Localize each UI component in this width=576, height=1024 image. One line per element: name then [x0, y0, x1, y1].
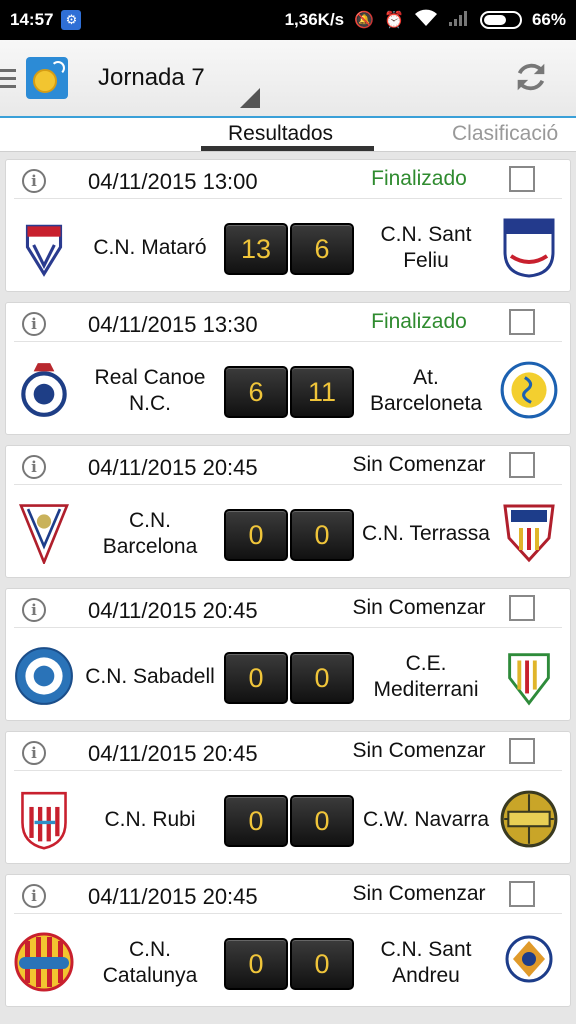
status-bar: 14:57 ⚙ 1,36K/s 🔕 ⏰ 66% — [0, 0, 576, 40]
match-card[interactable]: i 04/11/2015 13:00 Finalizado C.N. Matar… — [5, 159, 571, 292]
match-datetime: 04/11/2015 20:45 — [88, 598, 258, 623]
home-team: C.N. Rubi — [104, 808, 196, 831]
cn-barcelona-crest-icon — [18, 504, 70, 564]
tab-divider — [0, 151, 576, 152]
away-team: At. Barceloneta — [369, 366, 483, 415]
match-status: Finalizado — [371, 310, 467, 333]
tab-resultados[interactable]: Resultados — [228, 122, 333, 146]
menu-icon[interactable] — [0, 68, 18, 88]
away-team: C.W. Navarra — [362, 808, 490, 831]
info-icon[interactable]: i — [22, 169, 46, 193]
ce-mediterrani-crest-icon — [508, 653, 550, 706]
card-separator — [14, 198, 562, 199]
card-separator — [14, 484, 562, 485]
info-icon[interactable]: i — [22, 455, 46, 479]
cn-sant-feliu-crest-icon — [503, 218, 555, 278]
away-score: 0 — [290, 509, 354, 561]
home-score: 13 — [224, 223, 288, 275]
status-right: 1,36K/s 🔕 ⏰ 66% — [285, 9, 566, 32]
home-team: Real Canoe N.C. — [94, 366, 206, 415]
mute-icon: 🔕 — [354, 12, 375, 29]
cn-catalunya-crest-icon — [14, 932, 74, 992]
home-team: C.N. Catalunya — [102, 938, 198, 987]
signal-icon — [448, 9, 470, 32]
info-icon[interactable]: i — [22, 312, 46, 336]
card-separator — [14, 627, 562, 628]
match-status: Finalizado — [371, 167, 467, 190]
home-score: 6 — [224, 366, 288, 418]
match-datetime: 04/11/2015 13:00 — [88, 169, 258, 194]
match-card[interactable]: i 04/11/2015 20:45 Sin Comenzar C.N. Cat… — [5, 874, 571, 1007]
status-time: 14:57 — [10, 10, 54, 29]
card-separator — [14, 770, 562, 771]
away-score: 0 — [290, 938, 354, 990]
card-separator — [14, 341, 562, 342]
info-icon[interactable]: i — [22, 884, 46, 908]
match-status: Sin Comenzar — [352, 596, 486, 619]
net-speed: 1,36K/s — [284, 10, 345, 29]
match-checkbox[interactable] — [509, 166, 535, 192]
home-team: C.N. Sabadell — [85, 665, 215, 688]
match-status: Sin Comenzar — [352, 453, 486, 476]
home-score: 0 — [224, 652, 288, 704]
at-barceloneta-crest-icon — [500, 361, 558, 419]
match-datetime: 04/11/2015 13:30 — [88, 312, 258, 337]
refresh-icon[interactable] — [512, 58, 550, 96]
cn-mataro-crest-icon — [25, 224, 63, 277]
cw-navarra-crest-icon — [500, 790, 558, 848]
away-team: C.N. Sant Feliu — [380, 223, 472, 272]
match-checkbox[interactable] — [509, 309, 535, 335]
wifi-icon — [414, 9, 438, 32]
away-score: 0 — [290, 652, 354, 704]
app-logo-icon[interactable] — [26, 57, 68, 99]
home-score: 0 — [224, 938, 288, 990]
away-team: C.N. Sant Andreu — [380, 938, 472, 987]
away-team: C.E. Mediterrani — [373, 652, 479, 701]
match-status: Sin Comenzar — [352, 882, 486, 905]
real-canoe-crest-icon — [21, 363, 67, 417]
info-icon[interactable]: i — [22, 598, 46, 622]
battery-level: 66% — [531, 10, 566, 29]
tab-clasificacio[interactable]: Clasificació — [452, 122, 558, 146]
cn-rubi-crest-icon — [21, 791, 67, 850]
match-checkbox[interactable] — [509, 738, 535, 764]
home-team: C.N. Barcelona — [102, 509, 198, 558]
away-team: C.N. Terrassa — [362, 522, 490, 545]
info-icon[interactable]: i — [22, 741, 46, 765]
home-team: C.N. Mataró — [93, 236, 207, 259]
dropdown-triangle-icon[interactable] — [240, 88, 260, 108]
away-score: 11 — [290, 366, 354, 418]
away-score: 6 — [290, 223, 354, 275]
match-status: Sin Comenzar — [352, 739, 486, 762]
match-checkbox[interactable] — [509, 881, 535, 907]
battery-icon — [479, 11, 522, 29]
match-checkbox[interactable] — [509, 595, 535, 621]
cn-terrassa-crest-icon — [503, 504, 555, 563]
match-datetime: 04/11/2015 20:45 — [88, 741, 258, 766]
away-score: 0 — [290, 795, 354, 847]
match-datetime: 04/11/2015 20:45 — [88, 455, 258, 480]
settings-notification-icon: ⚙ — [61, 10, 82, 30]
home-score: 0 — [224, 509, 288, 561]
match-card[interactable]: i 04/11/2015 20:45 Sin Comenzar C.N. Sab… — [5, 588, 571, 721]
match-card[interactable]: i 04/11/2015 13:30 Finalizado Real Canoe… — [5, 302, 571, 435]
tab-bar: Resultados Clasificació — [0, 116, 576, 152]
home-score: 0 — [224, 795, 288, 847]
match-card[interactable]: i 04/11/2015 20:45 Sin Comenzar C.N. Bar… — [5, 445, 571, 578]
card-separator — [14, 913, 562, 914]
alarm-icon: ⏰ — [384, 12, 404, 29]
cn-sant-andreu-crest-icon — [505, 935, 553, 983]
app-bar: Jornada 7 — [0, 40, 576, 116]
match-checkbox[interactable] — [509, 452, 535, 478]
match-datetime: 04/11/2015 20:45 — [88, 884, 258, 909]
match-card[interactable]: i 04/11/2015 20:45 Sin Comenzar C.N. Rub… — [5, 731, 571, 864]
cn-sabadell-crest-icon — [15, 647, 73, 705]
jornada-selector[interactable]: Jornada 7 — [98, 64, 205, 92]
